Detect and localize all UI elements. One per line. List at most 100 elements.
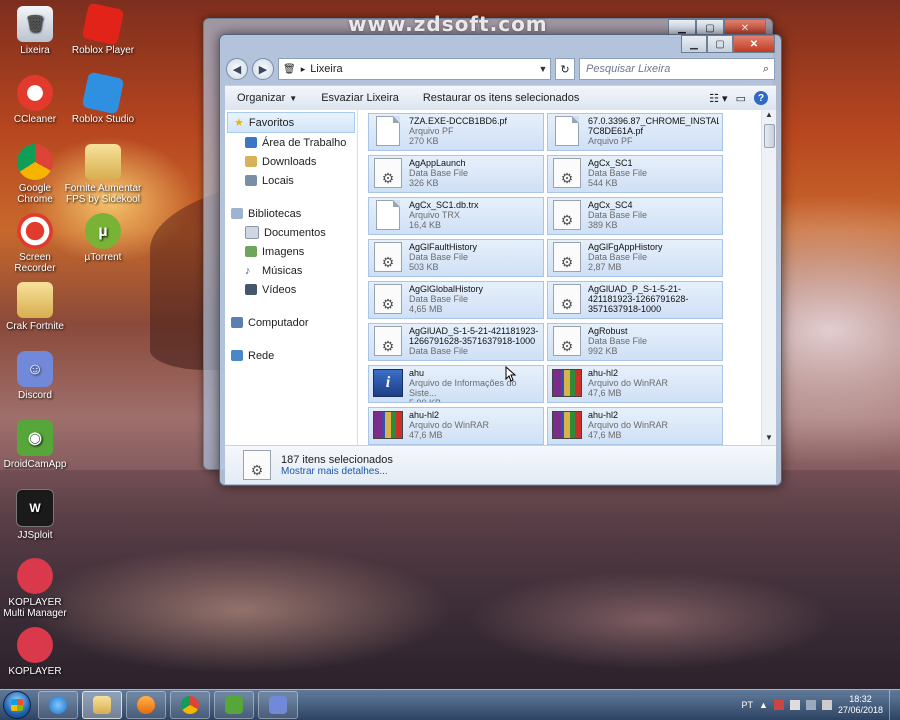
breadcrumb-lixeira[interactable]: Lixeira <box>310 63 342 75</box>
maximize-button[interactable]: ▢ <box>707 35 733 53</box>
desktop-icon-label: Fornite Aumentar FPS by Sidekool <box>64 183 142 205</box>
sidebar-item-places[interactable]: Locais <box>225 171 357 190</box>
language-indicator[interactable]: PT <box>742 700 754 710</box>
close-button[interactable]: ✕ <box>733 35 775 53</box>
file-size: 270 KB <box>409 136 439 146</box>
taskbar-ie[interactable] <box>38 691 78 719</box>
help-icon[interactable]: ? <box>754 91 768 105</box>
file-text: AgCx_SC1 Data Base File 544 KB <box>588 157 647 188</box>
file-icon-cell: ⚙ <box>551 199 583 231</box>
sidebar-item-images[interactable]: Imagens <box>225 242 357 261</box>
file-item[interactable]: ⚙ AgGlUAD_S-1-5-21-421181923-1266791628-3… <box>368 323 544 361</box>
file-item[interactable]: ⚙ AgRobust Data Base File 992 KB <box>547 323 723 361</box>
taskbar: PT ▲ 18:32 27/06/2018 <box>0 689 900 720</box>
file-item[interactable]: ⚙ AgCx_SC1 Data Base File 544 KB <box>547 155 723 193</box>
sidebar-item-computer[interactable]: Computador <box>225 313 357 332</box>
view-options-icon[interactable]: ☷ ▾ <box>709 92 727 105</box>
file-item[interactable]: 7ZA.EXE-DCCB1BD6.pf Arquivo PF 270 KB <box>368 113 544 151</box>
network-icon[interactable] <box>805 700 816 710</box>
empty-recycle-bin-button[interactable]: Esvaziar Lixeira <box>309 92 411 104</box>
desktop-icon-droidcam[interactable]: ◉ DroidCamApp <box>0 420 70 470</box>
sidebar-item-favorites[interactable]: ★ Favoritos <box>227 112 355 133</box>
file-item[interactable]: ⚙ AgGlGlobalHistory Data Base File 4,65 MB <box>368 281 544 319</box>
start-button[interactable] <box>0 690 34 720</box>
desktop-icon-recycle-bin[interactable]: 🗑 Lixeira <box>0 6 70 56</box>
desktop-icon <box>245 137 257 148</box>
taskbar-droidcam[interactable] <box>214 691 254 719</box>
taskbar-chrome[interactable] <box>170 691 210 719</box>
sidebar-item-music[interactable]: ♪ Músicas <box>225 261 357 280</box>
sidebar-item-documents[interactable]: Documentos <box>225 223 357 242</box>
search-icon[interactable]: ⌕ <box>758 63 774 76</box>
file-item[interactable]: ⚙ AgGlFgAppHistory Data Base File 2,87 MB <box>547 239 723 277</box>
desktop-icon-koplayer[interactable]: KOPLAYER <box>0 627 70 677</box>
sidebar-item-label: Área de Trabalho <box>262 136 347 149</box>
file-size: 544 KB <box>588 178 618 188</box>
sidebar-item-desktop[interactable]: Área de Trabalho <box>225 133 357 152</box>
file-name: ahu-hl2 <box>588 410 619 420</box>
tray-app-icon[interactable] <box>773 700 784 710</box>
back-button[interactable]: ◀ <box>226 58 248 80</box>
file-size: 992 KB <box>588 346 618 356</box>
taskbar-discord[interactable] <box>258 691 298 719</box>
scroll-down-icon[interactable]: ▼ <box>762 433 776 445</box>
desktop-icon-koplayer-multi[interactable]: KOPLAYER Multi Manager <box>0 558 70 619</box>
database-file-icon: ⚙ <box>553 242 581 272</box>
show-hidden-icons-icon[interactable]: ▲ <box>759 700 768 710</box>
flag-icon[interactable] <box>789 700 800 710</box>
file-item[interactable]: ⚙ AgGlFaultHistory Data Base File 503 KB <box>368 239 544 277</box>
clock[interactable]: 18:32 27/06/2018 <box>838 694 883 716</box>
file-size: 47,6 MB <box>588 388 622 398</box>
forward-button[interactable]: ▶ <box>252 58 274 80</box>
file-item[interactable]: AgCx_SC1.db.trx Arquivo TRX 16,4 KB <box>368 197 544 235</box>
file-item[interactable]: ⚙ AgCx_SC4 Data Base File 389 KB <box>547 197 723 235</box>
sidebar-item-videos[interactable]: Vídeos <box>225 280 357 299</box>
show-more-details-link[interactable]: Mostrar mais detalhes... <box>281 466 393 477</box>
desktop-icon-roblox-studio[interactable]: Roblox Studio <box>68 71 138 125</box>
chrome-icon <box>181 696 199 714</box>
file-item[interactable]: i ahu Arquivo de Informações do Siste... 5,… <box>368 365 544 403</box>
desktop-icon-roblox-player[interactable]: Roblox Player <box>68 2 138 56</box>
desktop-icon-crak-fortnite[interactable]: Crak Fortnite <box>0 282 70 332</box>
chevron-down-icon[interactable]: ▼ <box>536 64 550 74</box>
preview-pane-icon[interactable]: ▭ <box>736 92 746 105</box>
volume-icon[interactable] <box>821 700 832 710</box>
minimize-button[interactable]: ▁ <box>681 35 707 53</box>
sidebar-item-network[interactable]: Rede <box>225 346 357 365</box>
file-name: 7ZA.EXE-DCCB1BD6.pf <box>409 116 508 126</box>
file-item[interactable]: ⚙ AgGlUAD_P_S-1-5-21-421181923-1266791628… <box>547 281 723 319</box>
desktop-icon-screen-recorder[interactable]: Screen Recorder <box>0 213 70 274</box>
navigation-bar: ◀ ▶ 🗑 ▸ Lixeira ▼ ↻ Pesquisar Lixeira ⌕ <box>226 57 775 81</box>
taskbar-media-player[interactable] <box>126 691 166 719</box>
file-size: 503 KB <box>409 262 439 272</box>
show-desktop-button[interactable] <box>889 690 900 720</box>
search-input[interactable]: Pesquisar Lixeira ⌕ <box>579 58 775 80</box>
file-text: AgGlUAD_P_S-1-5-21-421181923-1266791628-… <box>588 283 719 314</box>
explorer-window[interactable]: ▁ ▢ ✕ ◀ ▶ 🗑 ▸ Lixeira ▼ ↻ Pesquisar Lixe… <box>219 34 782 486</box>
scroll-up-icon[interactable]: ▲ <box>762 110 776 122</box>
file-item[interactable]: ahu-hl2 Arquivo do WinRAR 47,6 MB <box>547 365 723 403</box>
vertical-scrollbar[interactable]: ▲ ▼ <box>761 110 776 445</box>
navigation-pane: ★ Favoritos Área de Trabalho Downloads L… <box>225 110 358 445</box>
organize-button[interactable]: Organizar ▼ <box>225 92 309 104</box>
sidebar-item-libraries[interactable]: Bibliotecas <box>225 204 357 223</box>
sidebar-item-downloads[interactable]: Downloads <box>225 152 357 171</box>
file-item[interactable]: ahu-hl2 Arquivo do WinRAR 47,6 MB <box>547 407 723 445</box>
discord-icon: ☺ <box>17 351 53 387</box>
file-item[interactable]: 67.0.3396.87_CHROME_INSTALLER-7C8DE61A.p… <box>547 113 723 151</box>
desktop-icon-fortnite-fps[interactable]: Fornite Aumentar FPS by Sidekool <box>64 144 142 205</box>
videos-icon <box>245 284 257 295</box>
address-bar[interactable]: 🗑 ▸ Lixeira ▼ <box>278 58 551 80</box>
file-item[interactable]: ⚙ AgAppLaunch Data Base File 326 KB <box>368 155 544 193</box>
scroll-thumb[interactable] <box>764 124 775 148</box>
desktop-icon-label: Screen Recorder <box>14 252 56 274</box>
desktop-icon-discord[interactable]: ☺ Discord <box>0 351 70 401</box>
desktop-icon-google-chrome[interactable]: Google Chrome <box>0 144 70 205</box>
desktop-icon-utorrent[interactable]: µ µTorrent <box>68 213 138 263</box>
restore-selected-button[interactable]: Restaurar os itens selecionados <box>411 92 592 104</box>
refresh-button[interactable]: ↻ <box>555 58 575 80</box>
desktop-icon-ccleaner[interactable]: CCleaner <box>0 75 70 125</box>
taskbar-explorer[interactable] <box>82 691 122 719</box>
desktop-icon-jjsploit[interactable]: W JJSploit <box>0 489 70 541</box>
file-item[interactable]: ahu-hl2 Arquivo do WinRAR 47,6 MB <box>368 407 544 445</box>
